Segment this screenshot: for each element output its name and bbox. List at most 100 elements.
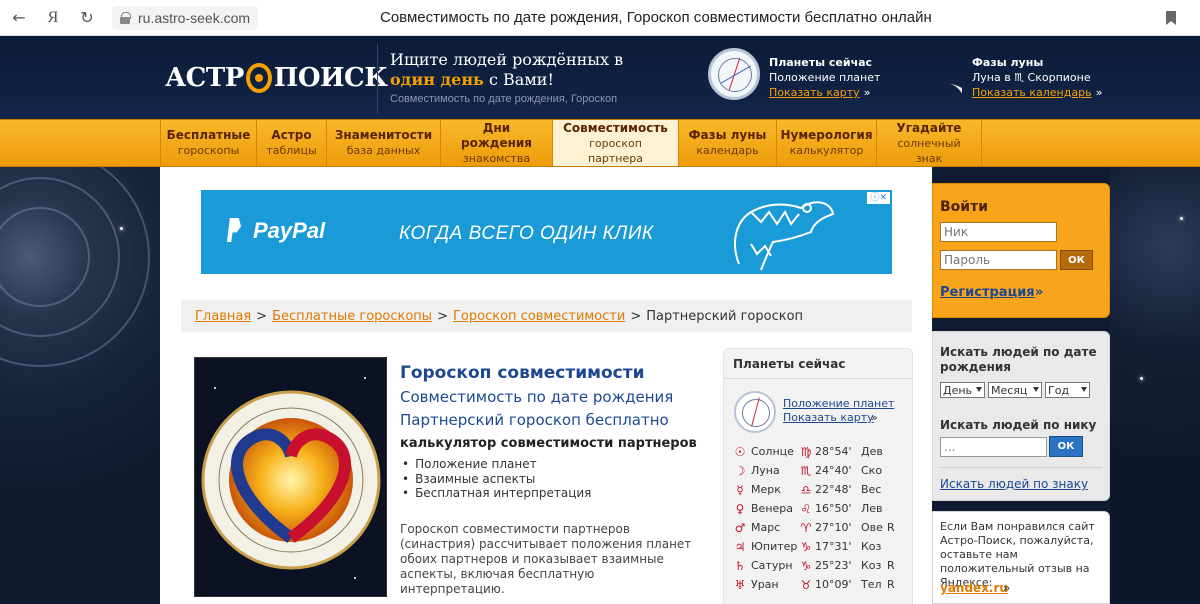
search-ok-button[interactable]: ОК <box>1049 436 1083 457</box>
taurus-icon: ♉ <box>800 577 812 592</box>
planet-name: Луна <box>751 464 780 477</box>
left-background <box>0 167 160 604</box>
search-by-sign-link[interactable]: Искать людей по знаку <box>940 477 1088 491</box>
login-ok-button[interactable]: ОК <box>1060 250 1093 270</box>
logo-text-left: АСТР <box>165 63 244 93</box>
page-title-bar: Совместимость по дате рождения, Гороскоп… <box>380 9 932 26</box>
aries-icon: ♈ <box>800 520 812 535</box>
password-input[interactable] <box>940 250 1057 270</box>
zodiac-sign: Вес <box>861 483 882 496</box>
year-select-value: Год <box>1048 383 1070 397</box>
bookmark-icon[interactable] <box>1166 11 1176 25</box>
page-subtitle-1: Совместимость по дате рождения <box>400 388 674 406</box>
planet-row: ♂ Марс ♈ 27°10' Ове R <box>733 518 911 537</box>
nav-sublabel: солнечный знак <box>897 136 961 165</box>
nav-compatibility[interactable]: Совместимость гороскоп партнера <box>552 120 678 166</box>
header-planets-sub: Положение планет <box>769 71 881 84</box>
mars-icon: ♂ <box>734 520 746 535</box>
ad-slogan: КОГДА ВСЕГО ОДИН КЛИК <box>399 223 654 244</box>
planet-degree: 25°23' <box>815 559 852 572</box>
nav-label: Дни рождения <box>460 120 532 150</box>
slogan-line1: Ищите людей рождённых в <box>390 50 624 69</box>
jupiter-icon: ♃ <box>734 539 746 554</box>
nick-input[interactable] <box>940 222 1057 242</box>
planet-degree: 24°40' <box>815 464 852 477</box>
arrow-icon: » <box>1003 581 1011 595</box>
breadcrumb: Главная > Бесплатные гороскопы > Гороско… <box>181 300 912 332</box>
header-planets-title: Планеты сейчас <box>769 56 873 69</box>
planet-name: Солнце <box>751 445 794 458</box>
planet-row: ☿ Мерк ♎ 22°48' Вес <box>733 480 911 499</box>
address-bar[interactable]: ru.astro-seek.com <box>112 5 259 30</box>
list-item: Положение планет <box>400 457 591 472</box>
nav-guess-sign[interactable]: Угадайте солнечный знак <box>876 120 982 166</box>
nav-label: Нумерология <box>780 128 873 142</box>
breadcrumb-free-horoscopes[interactable]: Бесплатные гороскопы <box>272 309 432 324</box>
yandex-icon[interactable]: Я <box>38 3 68 33</box>
search-by-nick-title: Искать людей по нику <box>940 418 1097 432</box>
month-select[interactable]: Месяц <box>988 382 1042 398</box>
nav-celebrities[interactable]: Знаменитости база данных <box>326 120 440 166</box>
header-show-chart-link[interactable]: Показать карту <box>769 86 860 99</box>
capricorn-icon: ♑ <box>800 558 812 573</box>
register-link[interactable]: Регистрация <box>940 285 1035 300</box>
nav-label: Фазы луны <box>688 128 767 142</box>
nav-sublabel: гороскопы <box>177 144 240 157</box>
planet-name: Венера <box>751 502 793 515</box>
zodiac-sign: Ско <box>861 464 883 477</box>
main-nav: Бесплатные гороскопы Астро таблицы Знамени… <box>0 119 1200 167</box>
nav-label: Астро <box>271 128 312 142</box>
back-arrow-icon[interactable]: ← <box>4 3 34 33</box>
slogan-highlight: один день <box>390 70 484 89</box>
natal-chart-icon[interactable] <box>708 48 760 100</box>
star-decor <box>1140 377 1143 380</box>
crocodile-illustration-icon <box>734 201 835 271</box>
nav-birthdays[interactable]: Дни рождения знакомства <box>440 120 552 166</box>
natal-chart-icon[interactable] <box>734 391 776 433</box>
planets-now-panel: Планеты сейчас Положение планет Показать… <box>723 348 913 604</box>
reload-icon[interactable]: ↻ <box>72 3 102 33</box>
planet-degree: 22°48' <box>815 483 852 496</box>
scorpio-icon: ♏ <box>800 463 812 478</box>
main-content: PayPal КОГДА ВСЕГО ОДИН КЛИК ⓘ✕ Главная … <box>160 167 932 604</box>
login-panel: Войти ОК Регистрация » <box>932 183 1110 318</box>
address-url: ru.astro-seek.com <box>138 9 251 26</box>
site-logo[interactable]: АСТР ПОИСК <box>165 58 388 98</box>
planet-row: ♄ Сатурн ♑ 25°23' Коз R <box>733 556 911 575</box>
search-nick-input[interactable] <box>940 437 1047 457</box>
site-header: АСТР ПОИСК Ищите людей рождённых в один … <box>0 36 1200 136</box>
zodiac-sign: Лев <box>861 502 883 515</box>
nav-sublabel: таблицы <box>266 144 317 157</box>
nav-numerology[interactable]: Нумерология калькулятор <box>776 120 876 166</box>
yandex-link[interactable]: yandex.ru <box>940 581 1008 595</box>
nav-sublabel: календарь <box>696 144 759 157</box>
header-slogan: Ищите людей рождённых в один день с Вами… <box>390 50 630 90</box>
planet-degree: 28°54' <box>815 445 852 458</box>
planet-name: Сатурн <box>751 559 793 572</box>
star-decor <box>120 227 123 230</box>
yandex-review-panel: Если Вам понравился сайт Астро-Поиск, по… <box>932 511 1110 604</box>
nav-free-horoscopes[interactable]: Бесплатные гороскопы <box>160 120 256 166</box>
nav-label: Угадайте <box>896 120 962 135</box>
planet-degree: 27°10' <box>815 521 852 534</box>
zodiac-sign: Дев <box>861 445 883 458</box>
ad-choices-icon[interactable]: ⓘ✕ <box>867 192 890 204</box>
zodiac-sign: Коз <box>861 559 882 572</box>
nav-astro-tables[interactable]: Астро таблицы <box>256 120 326 166</box>
planet-positions-link[interactable]: Положение планет <box>783 397 894 410</box>
breadcrumb-home[interactable]: Главная <box>195 309 251 324</box>
venus-icon: ♀ <box>735 501 745 516</box>
breadcrumb-separator: > <box>256 308 268 324</box>
browser-toolbar: ← Я ↻ ru.astro-seek.com Совместимость по… <box>0 0 1200 36</box>
day-select[interactable]: День <box>940 382 985 398</box>
page-title: Гороскоп совместимости <box>400 363 645 383</box>
nav-moon-phases[interactable]: Фазы луны календарь <box>678 120 776 166</box>
show-chart-link[interactable]: Показать карту <box>783 411 874 424</box>
breadcrumb-compatibility[interactable]: Гороскоп совместимости <box>453 309 625 324</box>
slogan-rest: с Вами! <box>489 70 554 89</box>
zodiac-sign: Тел <box>861 578 882 591</box>
header-show-calendar-link[interactable]: Показать календарь <box>972 86 1092 99</box>
paypal-ad-banner[interactable]: PayPal КОГДА ВСЕГО ОДИН КЛИК ⓘ✕ <box>201 190 892 274</box>
synastry-heart-image[interactable] <box>194 357 387 597</box>
year-select[interactable]: Год <box>1045 382 1090 398</box>
